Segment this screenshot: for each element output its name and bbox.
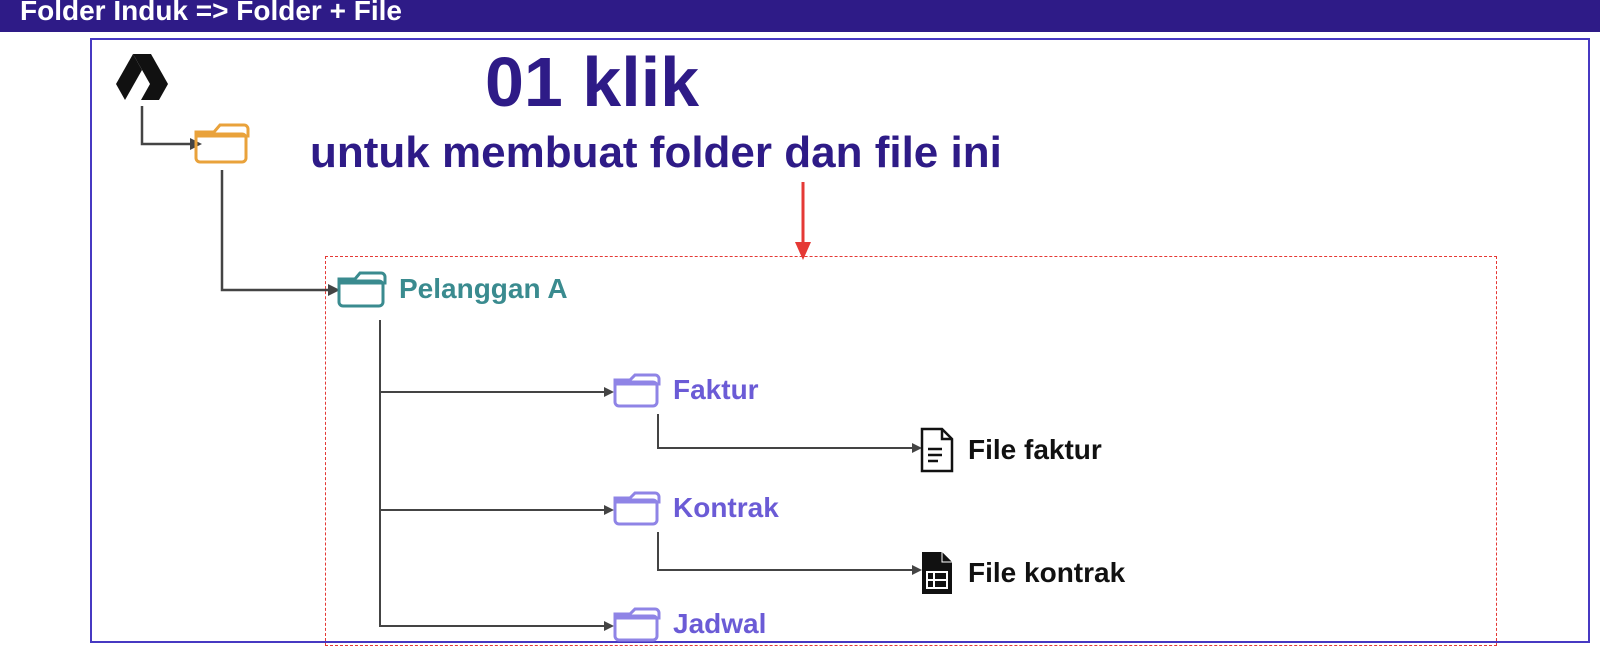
file-kontrak: File kontrak (918, 550, 1125, 596)
header-bar: Folder Induk => Folder + File (0, 0, 1600, 32)
subfolder-label: Faktur (673, 374, 759, 406)
spreadsheet-icon (918, 550, 956, 596)
folder-icon (192, 120, 250, 166)
subfolder-jadwal: Jadwal (611, 604, 766, 644)
drive-root (114, 52, 170, 102)
document-icon (918, 427, 956, 473)
subfolder-kontrak: Kontrak (611, 488, 779, 528)
file-faktur: File faktur (918, 427, 1102, 473)
subfolder-label: Kontrak (673, 492, 779, 524)
subfolder-label: Jadwal (673, 608, 766, 640)
folder-icon (335, 268, 387, 310)
folder-icon (611, 604, 661, 644)
google-drive-icon (114, 52, 170, 102)
root-folder (192, 120, 250, 166)
arrow-down-icon (791, 182, 815, 262)
subfolder-faktur: Faktur (611, 370, 759, 410)
folder-icon (611, 488, 661, 528)
folder-icon (611, 370, 661, 410)
file-label: File kontrak (968, 557, 1125, 589)
highlight-frame (325, 256, 1497, 646)
header-title: Folder Induk => Folder + File (20, 0, 402, 26)
headline-sub: untuk membuat folder dan file ini (310, 128, 1310, 179)
file-label: File faktur (968, 434, 1102, 466)
headline-big: 01 klik (485, 42, 699, 122)
customer-folder: Pelanggan A (335, 268, 568, 310)
customer-folder-label: Pelanggan A (399, 273, 568, 305)
